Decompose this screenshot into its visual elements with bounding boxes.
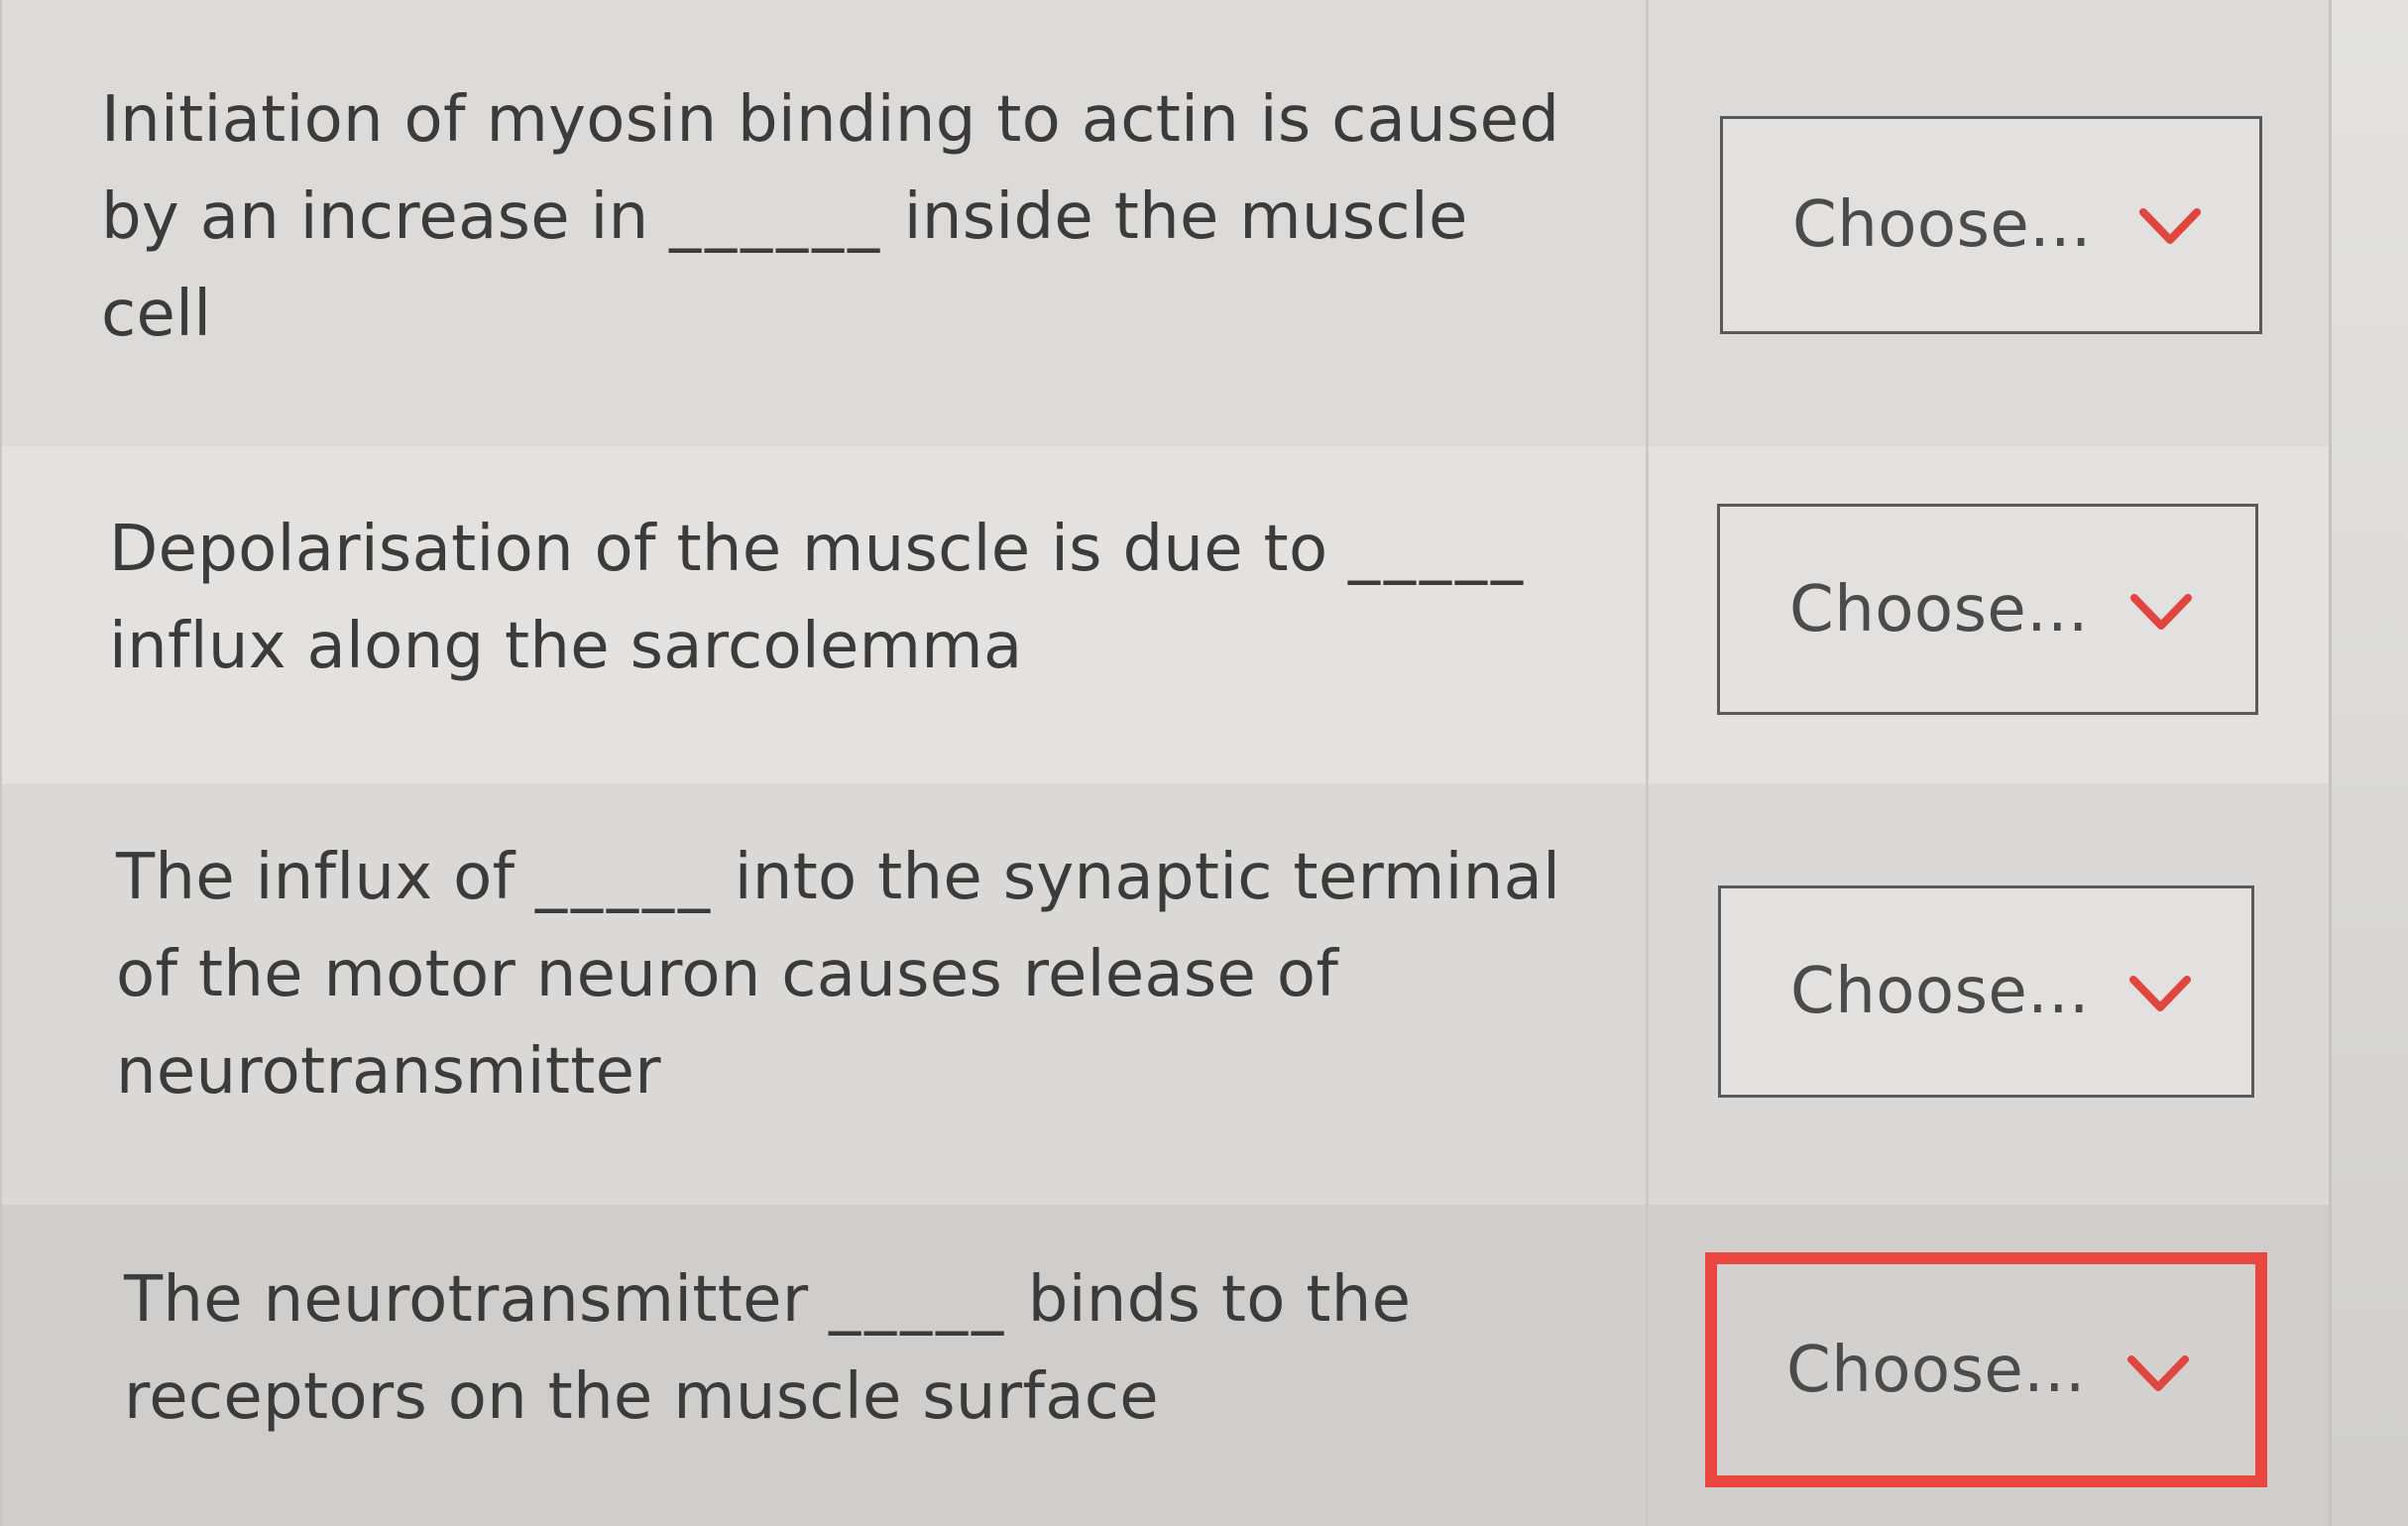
question-4-blank: _____: [829, 1263, 1008, 1337]
question-4-line-2: receptors on the muscle surface: [124, 1360, 1159, 1434]
question-2-line-2: influx along the sarcolemma: [109, 610, 1023, 683]
chevron-down-icon: [2139, 208, 2201, 244]
question-1-line-2-start: by an increase in: [101, 180, 670, 254]
question-3-line-3: neurotransmitter: [116, 1035, 661, 1109]
answer-select-2-label: Choose...: [1789, 572, 2089, 646]
matching-question-table: Initiation of myosin binding to actin is…: [0, 0, 2332, 1526]
chevron-down-icon: [2130, 594, 2192, 630]
answer-select-4-label: Choose...: [1786, 1333, 2086, 1407]
chevron-down-icon: [2127, 1355, 2189, 1391]
answer-select-2[interactable]: Choose...: [1717, 504, 2258, 715]
question-4-line-1-start: The neurotransmitter: [124, 1263, 830, 1337]
question-1-line-1: Initiation of myosin binding to actin is…: [101, 83, 1560, 157]
column-divider: [1646, 0, 1649, 1526]
answer-select-3[interactable]: Choose...: [1718, 885, 2254, 1098]
question-text-3: The influx of _____ into the synaptic te…: [116, 829, 1623, 1120]
screen: Initiation of myosin binding to actin is…: [0, 0, 2408, 1526]
question-4-line-1-end: binds to the: [1007, 1263, 1412, 1337]
question-2-blank: _____: [1348, 513, 1528, 586]
answer-select-4[interactable]: Choose...: [1705, 1252, 2267, 1487]
question-text-2: Depolarisation of the muscle is due to _…: [109, 501, 1596, 695]
question-3-line-2: of the motor neuron causes release of: [116, 938, 1339, 1011]
question-3-blank: _____: [535, 841, 715, 914]
question-1-line-3: cell: [101, 278, 212, 351]
chevron-down-icon: [2129, 976, 2191, 1011]
question-text-1: Initiation of myosin binding to actin is…: [101, 71, 1588, 363]
question-2-line-1-start: Depolarisation of the muscle is due to: [109, 513, 1349, 586]
question-3-line-1-start: The influx of: [116, 841, 536, 914]
answer-select-1-label: Choose...: [1792, 188, 2092, 262]
question-text-4: The neurotransmitter _____ binds to the …: [124, 1251, 1611, 1446]
question-3-line-1-end: into the synaptic terminal: [714, 841, 1561, 914]
question-1-blank: ______: [669, 180, 884, 254]
answer-select-1[interactable]: Choose...: [1720, 116, 2262, 334]
question-1-line-2-end: inside the muscle: [883, 180, 1468, 254]
answer-select-3-label: Choose...: [1790, 955, 2090, 1028]
